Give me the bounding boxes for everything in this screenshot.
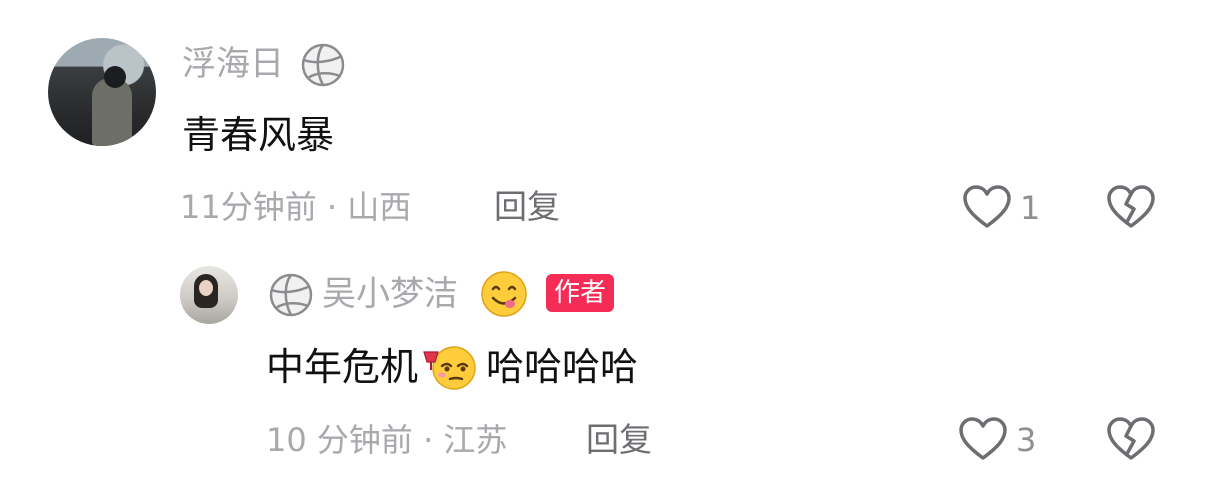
comment-username[interactable]: 浮海日 <box>182 44 284 84</box>
heart-icon[interactable] <box>962 184 1012 230</box>
volleyball-icon <box>301 43 345 87</box>
comment-section: 浮海日 青春风暴 11分钟前 · 山西 回复 1 吴小梦洁 作者 中年危机 哈哈… <box>0 0 1206 496</box>
meta-separator: · <box>326 188 338 226</box>
reply-button[interactable]: 回复 <box>586 420 652 460</box>
volleyball-icon <box>269 273 313 317</box>
smile-emoji-icon <box>481 271 527 317</box>
avatar[interactable] <box>48 38 156 146</box>
reply-text: 中年危机 哈哈哈哈 <box>266 344 638 390</box>
reply-text-part-1: 中年危机 <box>266 345 419 389</box>
reply-button[interactable]: 回复 <box>494 187 560 227</box>
reply-meta: 10 分钟前 · 江苏 <box>266 420 507 460</box>
reply-time: 10 分钟前 <box>266 421 413 459</box>
dislike-icon[interactable] <box>1106 416 1156 462</box>
comment-location: 山西 <box>347 188 412 226</box>
drunk-emoji-icon <box>423 346 476 390</box>
comment-time: 11分钟前 <box>180 188 317 226</box>
comment-meta: 11分钟前 · 山西 <box>180 187 411 227</box>
reply-avatar[interactable] <box>180 266 238 324</box>
reply-username[interactable]: 吴小梦洁 <box>322 274 458 314</box>
meta-separator: · <box>423 421 434 459</box>
dislike-icon[interactable] <box>1106 184 1156 230</box>
heart-icon[interactable] <box>958 416 1008 462</box>
reply-text-part-2: 哈哈哈哈 <box>486 345 639 389</box>
comment-text: 青春风暴 <box>182 113 335 157</box>
avatar-head <box>104 66 126 88</box>
avatar-figure <box>92 78 132 146</box>
like-count: 3 <box>1016 421 1037 459</box>
author-badge: 作者 <box>546 274 615 312</box>
avatar-face <box>199 280 213 296</box>
reply-location: 江苏 <box>443 421 508 459</box>
like-count: 1 <box>1020 189 1041 227</box>
